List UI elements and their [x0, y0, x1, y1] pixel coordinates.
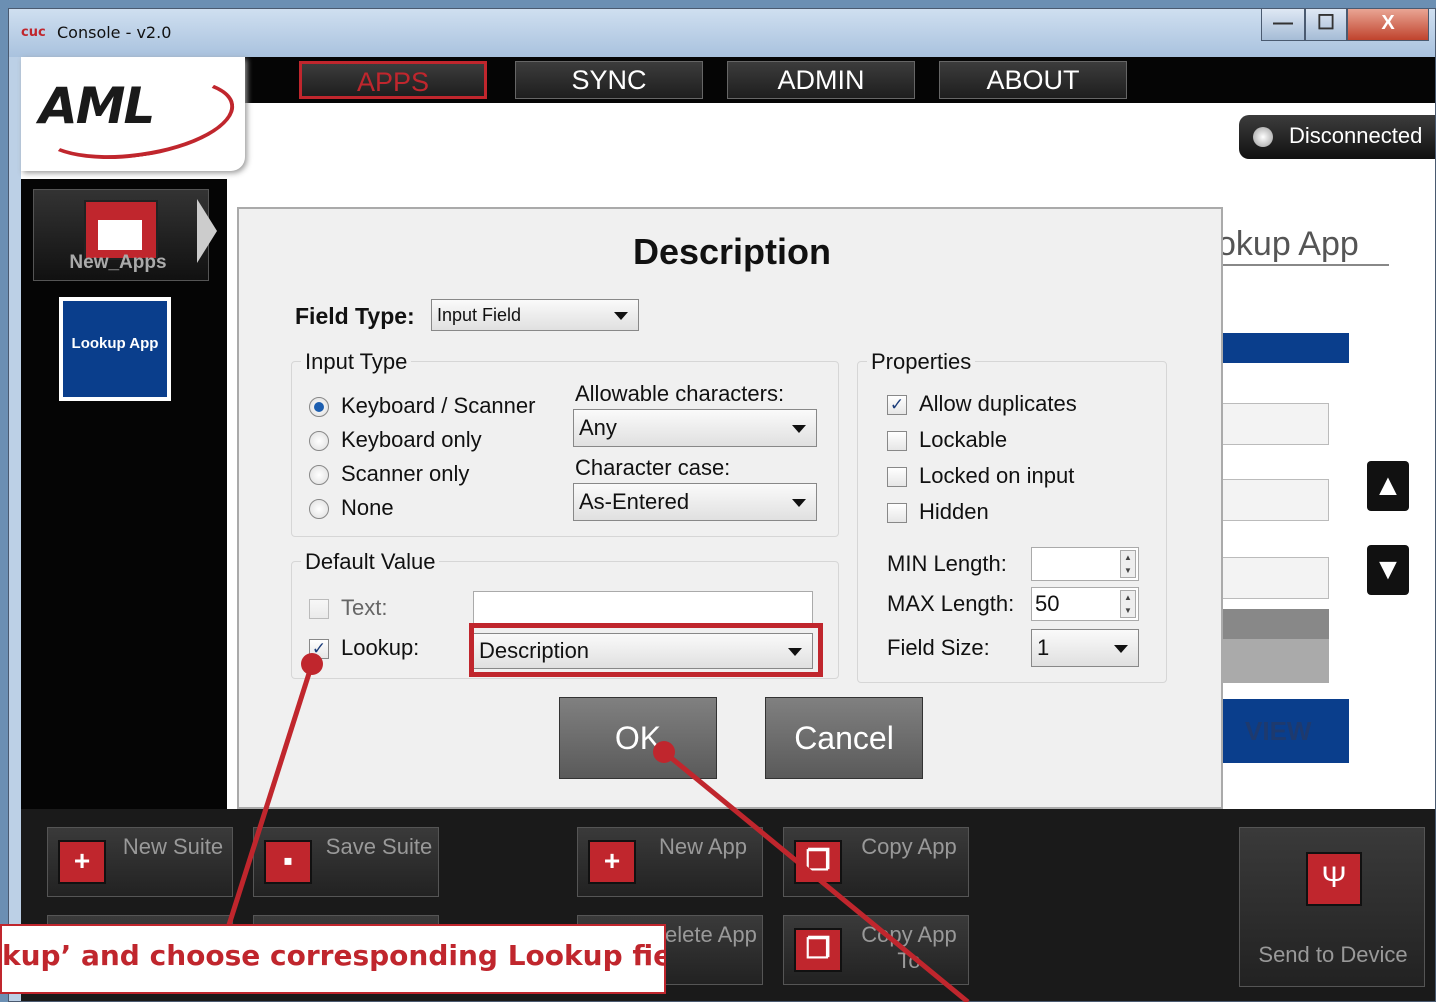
annotation-arrow-line — [662, 750, 970, 1002]
annotation-arrow-dot — [301, 653, 323, 675]
annotation-arrows — [225, 653, 970, 1002]
annotation-arrow-dot — [653, 741, 675, 763]
annotation-callout: kup’ and choose corresponding Lookup fie… — [0, 924, 666, 994]
annotation-arrow-line — [225, 663, 315, 929]
